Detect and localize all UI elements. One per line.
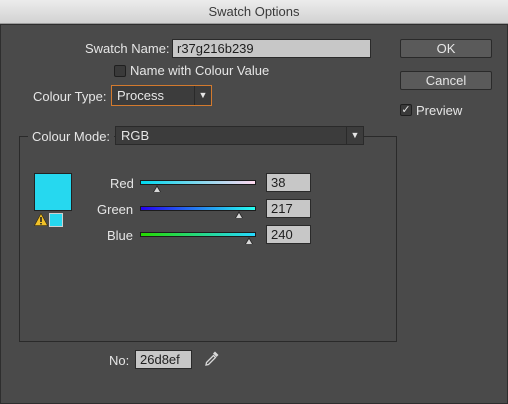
eyedropper-icon[interactable] <box>204 350 220 367</box>
hex-value-input[interactable]: 26d8ef <box>135 350 192 369</box>
name-with-colour-value-label: Name with Colour Value <box>130 63 270 78</box>
colour-type-select[interactable]: Process ▼ <box>111 85 212 106</box>
colour-mode-value: RGB <box>121 128 150 143</box>
colour-type-value: Process <box>117 88 164 103</box>
green-value-input[interactable]: 217 <box>266 199 311 218</box>
name-with-colour-value-checkbox[interactable] <box>114 65 126 77</box>
swatch-name-input[interactable]: r37g216b239 <box>172 39 371 58</box>
red-value-input[interactable]: 38 <box>266 173 311 192</box>
swatch-name-label: Swatch Name: <box>85 41 170 56</box>
swatch-options-dialog: Swatch Name: r37g216b239 Name with Colou… <box>0 24 508 404</box>
red-slider-thumb[interactable] <box>153 185 162 192</box>
chevron-down-icon: ▼ <box>346 127 363 144</box>
blue-slider-track[interactable] <box>140 232 256 237</box>
preview-checkbox[interactable]: ✓ <box>400 104 412 116</box>
window-title: Swatch Options <box>0 0 508 24</box>
green-label: Green <box>97 202 134 217</box>
ok-button[interactable]: OK <box>400 39 492 58</box>
colour-mode-select[interactable]: RGB ▼ <box>115 126 364 145</box>
blue-slider-thumb[interactable] <box>245 237 254 244</box>
colour-type-label: Colour Type: <box>33 89 107 104</box>
colour-swatch-preview <box>34 173 72 211</box>
blue-label: Blue <box>107 228 134 243</box>
in-gamut-swatch[interactable] <box>49 213 63 227</box>
red-label: Red <box>110 176 134 191</box>
cancel-button[interactable]: Cancel <box>400 71 492 90</box>
colour-mode-group <box>19 136 397 342</box>
preview-label: Preview <box>416 103 463 118</box>
hex-label: No: <box>109 353 130 368</box>
chevron-down-icon: ▼ <box>194 86 211 105</box>
green-slider-thumb[interactable] <box>234 211 243 218</box>
warning-icon[interactable] <box>33 212 49 226</box>
blue-value-input[interactable]: 240 <box>266 225 311 244</box>
colour-mode-label: Colour Mode: <box>28 129 115 144</box>
